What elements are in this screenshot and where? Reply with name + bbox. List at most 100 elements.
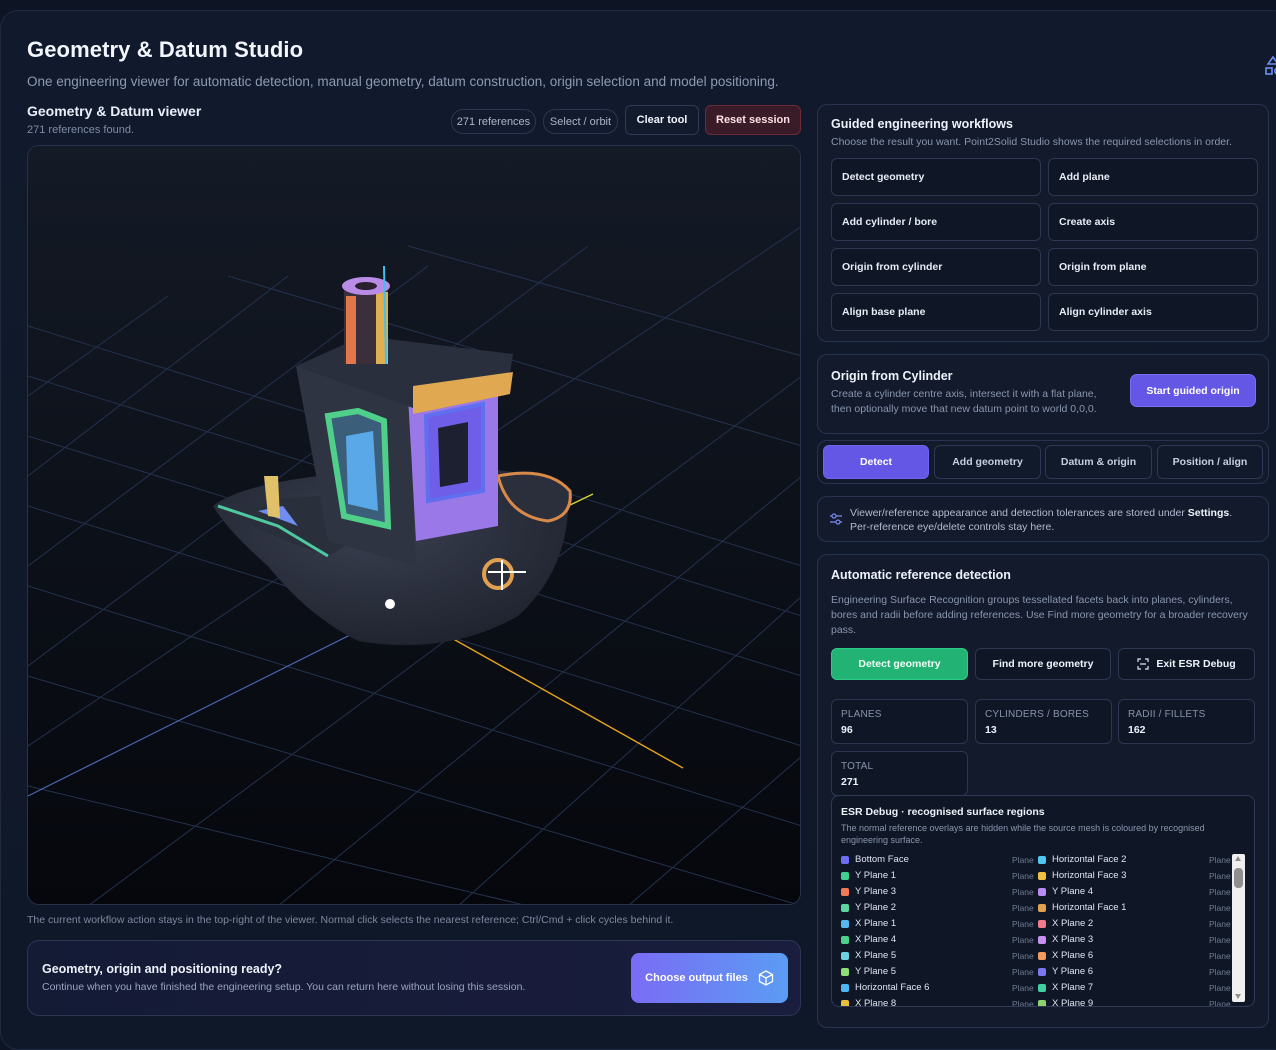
workflow-origin-from-plane-button[interactable]: Origin from plane [1048, 248, 1258, 286]
detection-description: Engineering Surface Recognition groups t… [831, 594, 1248, 636]
settings-note-line-1: Viewer/reference appearance and detectio… [850, 506, 1232, 521]
esr-legend-item[interactable]: Bottom Face [841, 854, 909, 865]
detect-geometry-button[interactable]: Detect geometry [831, 648, 968, 680]
scroll-up-icon[interactable] [1235, 856, 1241, 861]
exit-esr-debug-button[interactable]: Exit ESR Debug [1118, 648, 1255, 680]
esr-legend-item[interactable]: X Plane 5 [841, 950, 896, 961]
legend-color-swatch [841, 903, 849, 912]
shapes-icon[interactable] [1263, 55, 1276, 77]
reset-session-button[interactable]: Reset session [705, 105, 801, 135]
choose-output-files-button[interactable]: Choose output files [631, 953, 788, 1003]
workflow-create-axis-button[interactable]: Create axis [1048, 203, 1258, 241]
esr-legend-item[interactable]: X Plane 1 [841, 918, 896, 929]
start-guided-origin-button[interactable]: Start guided origin [1130, 374, 1256, 407]
esr-scroll-thumb[interactable] [1234, 868, 1243, 888]
esr-legend-item[interactable]: Y Plane 1 [841, 870, 896, 881]
legend-item-name: X Plane 6 [1052, 950, 1094, 961]
workflow-detect-geometry-button[interactable]: Detect geometry [831, 158, 1041, 196]
legend-item-type: Plane [1209, 919, 1231, 929]
workflow-origin-from-cylinder-button[interactable]: Origin from cylinder [831, 248, 1041, 286]
tab-datum-origin[interactable]: Datum & origin [1045, 445, 1152, 479]
esr-legend-item[interactable]: Horizontal Face 6 [841, 982, 929, 993]
esr-legend-item[interactable]: X Plane 9 [1038, 998, 1093, 1006]
workflows-card: Guided engineering workflows Choose the … [817, 104, 1269, 342]
legend-color-swatch [841, 967, 849, 976]
legend-color-swatch [841, 919, 849, 928]
esr-legend-item[interactable]: Y Plane 4 [1038, 886, 1093, 897]
esr-legend-item[interactable]: X Plane 4 [841, 934, 896, 945]
legend-item-type: Plane [1209, 999, 1231, 1007]
esr-legend-item[interactable]: X Plane 3 [1038, 934, 1093, 945]
legend-color-swatch [1038, 967, 1046, 976]
workflow-align-base-plane-button[interactable]: Align base plane [831, 293, 1041, 331]
page-header: Geometry & Datum Studio One engineering … [27, 37, 779, 89]
stat-value: 271 [841, 776, 859, 788]
page-subtitle: One engineering viewer for automatic det… [27, 74, 779, 89]
settings-note-text: Viewer/reference appearance and detectio… [850, 507, 1188, 519]
esr-legend-item[interactable]: X Plane 6 [1038, 950, 1093, 961]
settings-link[interactable]: Settings [1188, 507, 1229, 519]
legend-item-name: X Plane 2 [1052, 918, 1094, 929]
esr-scrollbar[interactable] [1232, 854, 1245, 1002]
detection-title: Automatic reference detection [831, 568, 1011, 582]
legend-item-type: Plane [1209, 887, 1231, 897]
stat-cylinders: CYLINDERS / BORES 13 [975, 699, 1112, 744]
esr-legend-item[interactable]: Horizontal Face 3 [1038, 870, 1126, 881]
esr-legend-item[interactable]: X Plane 7 [1038, 982, 1093, 993]
sliders-icon [830, 513, 842, 525]
tab-add-geometry[interactable]: Add geometry [934, 445, 1041, 479]
detection-card: Automatic reference detection Engineerin… [817, 554, 1269, 1028]
stat-total: TOTAL 271 [831, 751, 968, 796]
clear-tool-button[interactable]: Clear tool [625, 105, 699, 135]
legend-item-type: Plane [1012, 903, 1034, 913]
studio-frame: Geometry & Datum Studio One engineering … [0, 10, 1276, 1050]
legend-item-name: Y Plane 6 [1052, 966, 1094, 977]
legend-item-type: Plane [1209, 983, 1231, 993]
stat-label: RADII / FILLETS [1128, 709, 1206, 720]
3d-viewport[interactable] [27, 145, 801, 905]
esr-legend-item[interactable]: Y Plane 3 [841, 886, 896, 897]
stat-value: 13 [985, 724, 997, 736]
esr-legend-item[interactable]: X Plane 2 [1038, 918, 1093, 929]
stat-radii: RADII / FILLETS 162 [1118, 699, 1255, 744]
tab-detect[interactable]: Detect [823, 445, 929, 479]
esr-legend-item[interactable]: Y Plane 6 [1038, 966, 1093, 977]
legend-color-swatch [841, 855, 849, 864]
ready-panel: Geometry, origin and positioning ready? … [27, 940, 801, 1016]
workflow-add-plane-button[interactable]: Add plane [1048, 158, 1258, 196]
workflows-title: Guided engineering workflows [831, 117, 1013, 131]
legend-item-type: Plane [1012, 855, 1034, 865]
legend-color-swatch [841, 935, 849, 944]
stat-planes: PLANES 96 [831, 699, 968, 744]
legend-item-type: Plane [1012, 983, 1034, 993]
stat-label: TOTAL [841, 761, 874, 772]
legend-item-name: X Plane 5 [855, 950, 897, 961]
legend-item-name: X Plane 7 [1052, 982, 1094, 993]
esr-legend-item[interactable]: Y Plane 2 [841, 902, 896, 913]
workflow-add-cylinder-button[interactable]: Add cylinder / bore [831, 203, 1041, 241]
esr-legend-item[interactable]: Horizontal Face 1 [1038, 902, 1126, 913]
legend-color-swatch [1038, 951, 1046, 960]
legend-item-type: Plane [1012, 951, 1034, 961]
legend-item-type: Plane [1012, 871, 1034, 881]
workflow-align-cylinder-axis-button[interactable]: Align cylinder axis [1048, 293, 1258, 331]
esr-legend-item[interactable]: X Plane 8 [841, 998, 897, 1007]
find-more-geometry-button[interactable]: Find more geometry [975, 648, 1111, 680]
ready-subtitle: Continue when you have finished the engi… [42, 981, 526, 993]
esr-debug-panel: ESR Debug · recognised surface regions T… [831, 795, 1255, 1007]
legend-item-type: Plane [1209, 935, 1231, 945]
tab-position-align[interactable]: Position / align [1157, 445, 1263, 479]
mode-pill[interactable]: Select / orbit [543, 109, 618, 134]
stat-value: 96 [841, 724, 853, 736]
scroll-down-icon[interactable] [1235, 994, 1241, 999]
legend-color-swatch [1038, 983, 1046, 992]
legend-item-name: X Plane 8 [855, 998, 897, 1007]
legend-item-name: Y Plane 1 [855, 870, 897, 881]
cube-icon [758, 970, 773, 986]
legend-item-name: Horizontal Face 1 [1052, 902, 1127, 913]
esr-legend-item[interactable]: Horizontal Face 2 [1038, 854, 1126, 865]
legend-item-name: Bottom Face [855, 854, 909, 865]
origin-line-2: then optionally move that new datum poin… [831, 403, 1097, 415]
legend-color-swatch [841, 999, 849, 1006]
esr-legend-item[interactable]: Y Plane 5 [841, 966, 896, 977]
